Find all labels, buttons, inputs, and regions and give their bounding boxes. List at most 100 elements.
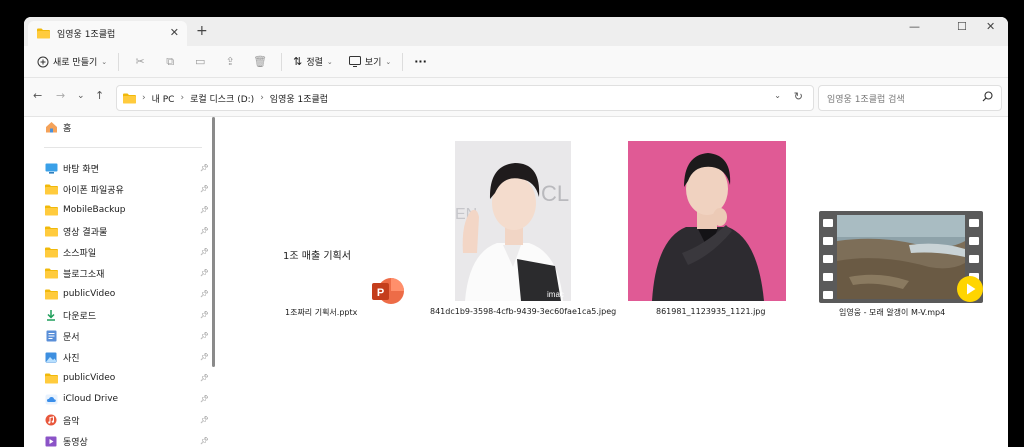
pin-icon[interactable]: 📌︎: [200, 353, 209, 361]
more-icon: ···: [414, 55, 427, 68]
sidebar-item-label: 소스파일: [63, 246, 96, 259]
more-options-button[interactable]: ···: [409, 51, 432, 73]
view-button[interactable]: 보기 ⌄: [344, 51, 396, 73]
home-icon: [44, 121, 58, 133]
pin-icon[interactable]: 📌︎: [200, 416, 209, 424]
folder-icon: [37, 28, 50, 39]
new-label: 새로 만들기: [53, 55, 97, 68]
file-name: 841dc1b9-3598-4cfb-9439-3ec60fae1ca5.jpe…: [430, 307, 616, 316]
address-bar[interactable]: › 내 PC › 로컬 디스크 (D:) › 임영웅 1조클럽 ⌄ ↻: [116, 85, 814, 111]
forward-icon[interactable]: →: [56, 89, 65, 102]
music-icon: [44, 414, 58, 426]
sidebar-item[interactable]: iCloud Drive: [44, 390, 118, 408]
powerpoint-icon: P: [371, 275, 405, 307]
sidebar-item-label: 다운로드: [63, 309, 96, 322]
delete-icon[interactable]: 🗑︎: [251, 53, 269, 71]
navigation-pane: 홈 바탕 화면 📌︎ 아이폰 파일공유 📌︎ MobileBackup 📌︎ 영상 결과물 📌…: [24, 117, 218, 447]
rename-icon[interactable]: ▭: [191, 53, 209, 71]
pin-icon[interactable]: 📌︎: [200, 332, 209, 340]
pin-icon[interactable]: 📌︎: [200, 206, 209, 214]
address-dropdown-icon[interactable]: ⌄: [774, 91, 781, 100]
sort-label: 정렬: [306, 55, 323, 68]
sidebar-item[interactable]: 문서: [44, 327, 80, 345]
recent-locations-icon[interactable]: ⌄: [77, 91, 85, 101]
breadcrumb-this-pc[interactable]: 내 PC: [152, 92, 175, 105]
folder-icon: [44, 204, 58, 216]
sidebar-item-label: 아이폰 파일공유: [63, 183, 124, 196]
sort-button[interactable]: ⇅ 정렬 ⌄: [288, 51, 338, 73]
maximize-icon[interactable]: ☐: [957, 20, 967, 33]
chevron-down-icon: ⌄: [385, 58, 391, 66]
chevron-right-icon: ›: [180, 93, 184, 103]
pin-icon[interactable]: 📌︎: [200, 395, 209, 403]
pin-icon[interactable]: 📌︎: [200, 227, 209, 235]
sidebar-item[interactable]: MobileBackup: [44, 201, 126, 219]
sidebar-item[interactable]: 음악: [44, 411, 80, 429]
sidebar-item-label: iCloud Drive: [63, 394, 118, 404]
copy-icon[interactable]: ⧉: [161, 53, 179, 71]
breadcrumb-local-disk[interactable]: 로컬 디스크 (D:): [190, 92, 254, 105]
pin-icon[interactable]: 📌︎: [200, 311, 209, 319]
search-box[interactable]: 임영웅 1조클럽 검색: [818, 85, 1002, 111]
title-bar: 임영웅 1조클럽 ✕ + — ☐ ✕: [24, 17, 1008, 46]
close-tab-icon[interactable]: ✕: [170, 26, 179, 39]
share-icon[interactable]: ⇪: [221, 53, 239, 71]
new-button[interactable]: 새로 만들기 ⌄: [32, 51, 112, 73]
folder-icon: [44, 267, 58, 279]
folder-icon: [44, 183, 58, 195]
refresh-icon[interactable]: ↻: [794, 90, 803, 103]
sidebar-item[interactable]: publicVideo: [44, 369, 115, 387]
pictures-icon: [44, 351, 58, 363]
pin-icon[interactable]: 📌︎: [200, 248, 209, 256]
download-icon: [44, 309, 58, 321]
sidebar-item-label: 문서: [63, 330, 80, 343]
pin-icon[interactable]: 📌︎: [200, 185, 209, 193]
sidebar-item[interactable]: 사진: [44, 348, 80, 366]
file-name: 861981_1123935_1121.jpg: [656, 307, 765, 316]
image-thumbnail: [628, 141, 786, 301]
image-thumbnail: CL EN imac: [455, 141, 571, 301]
sidebar-item[interactable]: 아이폰 파일공유: [44, 180, 124, 198]
up-icon[interactable]: ↑: [95, 89, 104, 102]
sidebar-item-label: MobileBackup: [63, 205, 126, 215]
sidebar-item[interactable]: 소스파일: [44, 243, 96, 261]
folder-icon: [123, 93, 136, 104]
sidebar-scrollbar[interactable]: [212, 117, 215, 367]
divider: [44, 147, 202, 148]
pin-icon[interactable]: 📌︎: [200, 290, 209, 298]
pin-icon[interactable]: 📌︎: [200, 164, 209, 172]
chevron-right-icon: ›: [260, 93, 264, 103]
sidebar-item[interactable]: 바탕 화면: [44, 159, 99, 177]
sidebar-item[interactable]: publicVideo: [44, 285, 115, 303]
search-icon: [982, 91, 993, 102]
sidebar-item-home[interactable]: 홈: [44, 118, 71, 136]
chevron-down-icon: ⌄: [101, 58, 107, 66]
document-icon: [44, 330, 58, 342]
file-view: 1조 매출 기획서 P 1조짜리 기획서.pptx CL EN: [219, 117, 1008, 447]
add-circle-icon: [37, 56, 49, 68]
pin-icon[interactable]: 📌︎: [200, 437, 209, 445]
cut-icon[interactable]: ✂: [131, 53, 149, 71]
sidebar-item[interactable]: 영상 결과물: [44, 222, 107, 240]
svg-text:P: P: [377, 287, 384, 299]
back-icon[interactable]: ←: [33, 89, 42, 102]
pin-icon[interactable]: 📌︎: [200, 374, 209, 382]
command-bar: 새로 만들기 ⌄ ✂ ⧉ ▭ ⇪ 🗑︎ ⇅ 정렬 ⌄ 보기 ⌄ ···: [24, 46, 1008, 78]
minimize-icon[interactable]: —: [909, 20, 920, 33]
sidebar-item-label: 사진: [63, 351, 80, 364]
address-row: ← → ⌄ ↑ › 내 PC › 로컬 디스크 (D:) › 임영웅 1조클럽 …: [24, 78, 1008, 117]
sort-icon: ⇅: [293, 55, 302, 68]
close-window-icon[interactable]: ✕: [986, 20, 995, 33]
add-tab-icon[interactable]: +: [196, 23, 208, 39]
sidebar-item[interactable]: 다운로드: [44, 306, 96, 324]
view-label: 보기: [365, 55, 382, 68]
tab-current-folder[interactable]: 임영웅 1조클럽 ✕: [28, 21, 187, 46]
breadcrumb-current-folder[interactable]: 임영웅 1조클럽: [270, 92, 328, 105]
folder-icon: [44, 246, 58, 258]
sidebar-item[interactable]: 동영상: [44, 432, 88, 447]
chevron-down-icon: ⌄: [327, 58, 333, 66]
sidebar-item-label: publicVideo: [63, 373, 115, 383]
pin-icon[interactable]: 📌︎: [200, 269, 209, 277]
toolbar-divider: [402, 53, 403, 71]
sidebar-item[interactable]: 블로그소재: [44, 264, 104, 282]
